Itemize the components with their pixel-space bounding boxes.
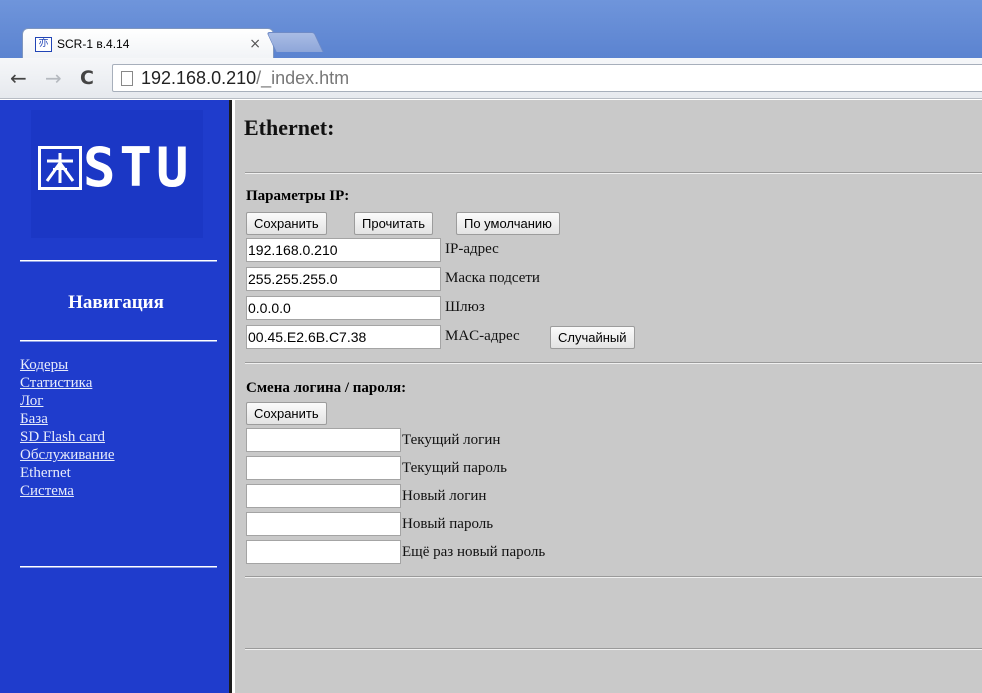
- logo-text: STU: [83, 136, 193, 199]
- back-arrow-icon[interactable]: ←: [10, 66, 27, 90]
- login-section-title: Смена логина / пароля:: [246, 380, 407, 396]
- forward-arrow-icon[interactable]: →: [45, 66, 62, 90]
- new-login-label: Новый логин: [402, 488, 487, 504]
- login-save-button[interactable]: Сохранить: [246, 402, 327, 425]
- page-title: Ethernet:: [244, 115, 335, 140]
- new-password-input[interactable]: [246, 512, 401, 536]
- current-login-label: Текущий логин: [402, 432, 501, 448]
- ip-address-input[interactable]: 192.168.0.210: [246, 238, 441, 262]
- gateway-label: Шлюз: [445, 299, 485, 315]
- tab-title: SCR-1 в.4.14: [57, 37, 130, 51]
- subnet-mask-label: Маска подсети: [445, 270, 540, 286]
- repeat-password-label: Ещё раз новый пароль: [402, 544, 546, 560]
- section-divider: [245, 576, 982, 578]
- url-host: 192.168.0.210: [141, 67, 257, 88]
- ip-save-button[interactable]: Сохранить: [246, 212, 327, 235]
- sidebar: STU Навигация Кодеры Статистика Лог База…: [0, 100, 232, 693]
- ip-section-title: Параметры IP:: [246, 188, 350, 204]
- subnet-mask-input[interactable]: 255.255.255.0: [246, 267, 441, 291]
- url-path: /_index.htm: [256, 67, 350, 88]
- section-divider: [245, 648, 982, 650]
- new-tab-button[interactable]: [266, 32, 324, 52]
- sidebar-heading: Навигация: [68, 292, 164, 313]
- site-favicon-icon: 亦: [35, 36, 52, 52]
- main-content: Ethernet: Параметры IP: Сохранить Прочит…: [235, 100, 982, 693]
- random-mac-button[interactable]: Случайный: [550, 326, 635, 349]
- sidebar-link-coders[interactable]: Кодеры: [20, 356, 115, 374]
- sidebar-link-ethernet[interactable]: Ethernet: [20, 464, 115, 482]
- sidebar-link-system[interactable]: Система: [20, 482, 115, 500]
- sidebar-link-log[interactable]: Лог: [20, 392, 115, 410]
- mac-address-input[interactable]: 00.45.E2.6B.C7.38: [246, 325, 441, 349]
- sidebar-link-maintenance[interactable]: Обслуживание: [20, 446, 115, 464]
- new-login-input[interactable]: [246, 484, 401, 508]
- sidebar-divider: [20, 566, 217, 568]
- sidebar-divider: [20, 260, 217, 262]
- mac-address-label: MAC-адрес: [445, 328, 520, 344]
- stu-emblem-icon: [38, 146, 82, 190]
- address-bar[interactable]: 192.168.0.210/_index.htm: [112, 64, 982, 92]
- sidebar-divider: [20, 340, 217, 342]
- emblem-glyph: [45, 153, 75, 183]
- sidebar-link-database[interactable]: База: [20, 410, 115, 428]
- current-login-input[interactable]: [246, 428, 401, 452]
- sidebar-link-sd-flash[interactable]: SD Flash card: [20, 428, 115, 446]
- repeat-password-input[interactable]: [246, 540, 401, 564]
- new-password-label: Новый пароль: [402, 516, 494, 532]
- ip-read-button[interactable]: Прочитать: [354, 212, 434, 235]
- stu-logo: STU: [31, 110, 203, 238]
- browser-titlebar: 亦 SCR-1 в.4.14 ×: [0, 0, 982, 59]
- reload-icon[interactable]: C: [80, 66, 94, 90]
- current-password-input[interactable]: [246, 456, 401, 480]
- sidebar-nav: Кодеры Статистика Лог База SD Flash card…: [20, 356, 115, 500]
- current-password-label: Текущий пароль: [402, 460, 507, 476]
- tab-close-icon[interactable]: ×: [249, 36, 261, 52]
- ip-default-button[interactable]: По умолчанию: [456, 212, 560, 235]
- page-icon: [121, 70, 133, 86]
- browser-tab[interactable]: 亦 SCR-1 в.4.14 ×: [22, 28, 274, 59]
- sidebar-link-statistics[interactable]: Статистика: [20, 374, 115, 392]
- ip-address-label: IP-адрес: [445, 241, 499, 257]
- section-divider: [245, 172, 982, 174]
- gateway-input[interactable]: 0.0.0.0: [246, 296, 441, 320]
- section-divider: [245, 362, 982, 364]
